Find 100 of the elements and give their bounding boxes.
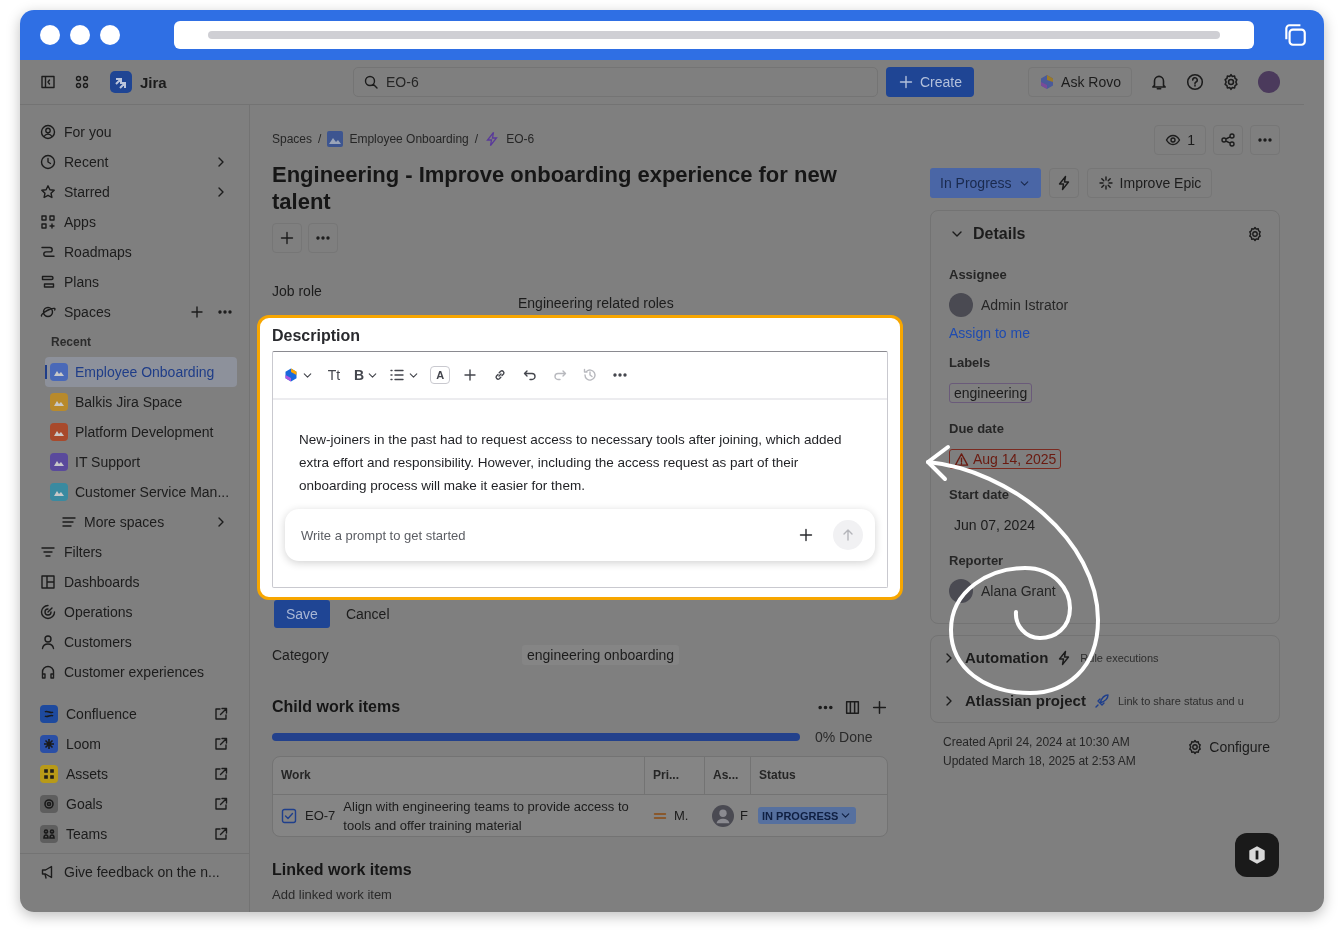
label-tag[interactable]: engineering <box>949 383 1033 403</box>
add-button[interactable] <box>272 223 302 253</box>
rocket-icon <box>1093 692 1110 709</box>
sidebar-item[interactable]: Apps <box>32 207 237 237</box>
panel-note: Link to share status and u <box>1117 694 1244 707</box>
description-text[interactable]: New-joiners in the past had to request access to necessary tools after joining, which added extra effort and responsibility. However, including the access request as part of their onboarding process will make it easier for them. <box>299 428 843 497</box>
sparkle-icon <box>1097 175 1114 191</box>
prompt-field[interactable]: Write a prompt to get started <box>299 526 779 544</box>
space-item[interactable]: Balkis Jira Space <box>45 387 237 417</box>
columns-icon[interactable] <box>844 698 861 716</box>
more-button[interactable] <box>1250 125 1280 155</box>
space-item[interactable]: IT Support <box>45 447 237 477</box>
plus-icon <box>798 527 814 543</box>
window-dot-icon[interactable] <box>40 25 60 45</box>
plus-icon[interactable] <box>871 698 888 716</box>
settings-icon[interactable] <box>1247 226 1263 242</box>
sidebar-toggle-icon[interactable] <box>40 74 56 90</box>
create-button[interactable]: Create <box>886 67 975 97</box>
column-header: Pri... <box>644 757 704 794</box>
cancel-button[interactable]: Cancel <box>337 600 398 628</box>
breadcrumb-link[interactable]: EO-6 <box>484 129 535 149</box>
jira-logo-icon[interactable] <box>110 71 132 93</box>
section-heading: Description <box>272 326 361 346</box>
user-avatar[interactable] <box>1258 71 1280 93</box>
rovo-chat-button[interactable] <box>1235 833 1279 877</box>
warning-icon <box>954 451 969 467</box>
sidebar-item[interactable]: Recent <box>32 147 237 177</box>
toolbar-button[interactable]: B <box>350 361 384 389</box>
section-heading: Linked work items <box>272 860 413 880</box>
eye-icon <box>1165 132 1182 148</box>
apps-icon <box>40 214 56 230</box>
field-label: Category <box>272 646 330 665</box>
space-item[interactable]: Customer Service Man... <box>45 477 237 507</box>
search-field[interactable]: EO-6 <box>353 67 878 97</box>
app-link[interactable]: Confluence <box>32 699 237 729</box>
toolbar-button[interactable]: A <box>426 361 455 389</box>
column-header: Status <box>750 757 887 794</box>
status-lozenge[interactable]: IN PROGRESS <box>758 807 857 824</box>
sidebar-item[interactable]: Dashboards <box>32 567 237 597</box>
external-link-icon <box>213 796 229 812</box>
improve-epic-button[interactable]: Improve Epic <box>1086 168 1213 198</box>
plus-icon <box>462 367 479 383</box>
watchers-button[interactable]: 1 <box>1154 125 1206 155</box>
sidebar-item[interactable]: Customers <box>32 627 237 657</box>
collapsible-panel[interactable]: Atlassian project Link to share status and u <box>941 679 1271 722</box>
copy-icon[interactable] <box>1282 22 1308 48</box>
space-icon <box>327 131 344 147</box>
configure-button[interactable]: Configure <box>1187 735 1270 759</box>
field-label: Due date <box>949 420 1005 438</box>
space-item[interactable]: Platform Development <box>45 417 237 447</box>
app-link[interactable]: Loom <box>32 729 237 759</box>
sidebar-item[interactable]: Plans <box>32 267 237 297</box>
window-dot-icon[interactable] <box>100 25 120 45</box>
field-label: Job role <box>272 282 323 301</box>
app-link[interactable]: Goals <box>32 789 237 819</box>
field-label: Reporter <box>949 552 1005 570</box>
date-value[interactable]: Aug 14, 2025 <box>949 449 1062 469</box>
app-link[interactable]: Teams <box>32 819 237 849</box>
space-item[interactable]: Employee Onboarding <box>45 357 237 387</box>
breadcrumb-separator: / <box>474 131 479 148</box>
sidebar-item[interactable]: Customer experiences <box>32 657 237 687</box>
help-icon[interactable] <box>1186 73 1204 91</box>
rovo-logo-icon <box>283 367 299 383</box>
sidebar-item[interactable]: Operations <box>32 597 237 627</box>
field-value: Engineering related roles <box>518 294 674 313</box>
work-item-key[interactable]: EO-7 <box>305 808 336 823</box>
app-switcher-icon[interactable] <box>74 74 90 90</box>
date-value[interactable]: Jun 07, 2024 <box>949 515 1040 535</box>
breadcrumb-link[interactable]: Spaces <box>272 129 313 149</box>
window-dot-icon[interactable] <box>70 25 90 45</box>
panel-title: Automation <box>965 649 1049 666</box>
share-button[interactable] <box>1213 125 1243 155</box>
automation-button[interactable] <box>1048 168 1079 198</box>
toolbar-button[interactable]: Tt <box>320 361 348 389</box>
more-spaces-item[interactable]: More spaces <box>45 507 237 537</box>
person-name: Alana Grant <box>981 583 1056 599</box>
sidebar-item[interactable]: Filters <box>32 537 237 567</box>
ask-rovo-button[interactable]: Ask Rovo <box>1028 67 1132 97</box>
status-button[interactable]: In Progress <box>930 168 1041 198</box>
person-icon <box>40 634 56 650</box>
settings-icon[interactable] <box>1222 73 1240 91</box>
sidebar-item[interactable]: Spaces <box>32 297 181 327</box>
more-button[interactable] <box>308 223 338 253</box>
table-cell: F <box>740 808 748 823</box>
external-link-icon <box>213 736 229 752</box>
feedback-link[interactable]: Give feedback on the n... <box>32 857 237 887</box>
work-item-summary[interactable]: Align with engineering teams to provide access to tools and offer training material <box>343 796 636 835</box>
breadcrumb-link[interactable]: Employee Onboarding <box>327 129 469 149</box>
table-cell: M. <box>674 808 689 823</box>
add-linked-item-link[interactable]: Add linked work item <box>272 887 888 902</box>
sidebar-item[interactable]: Roadmaps <box>32 237 237 267</box>
app-link[interactable]: Assets <box>32 759 237 789</box>
checkbox-task-icon <box>281 807 297 824</box>
field-label: Start date <box>949 486 1010 504</box>
sidebar-item[interactable]: For you <box>32 117 237 147</box>
panel-title: Details <box>973 225 1027 243</box>
sidebar-item[interactable]: Starred <box>32 177 237 207</box>
work-item-title: Engineering - Improve onboarding experience for new talent <box>272 161 838 215</box>
save-button[interactable]: Save <box>274 600 330 628</box>
notification-bell-icon[interactable] <box>1150 73 1168 91</box>
